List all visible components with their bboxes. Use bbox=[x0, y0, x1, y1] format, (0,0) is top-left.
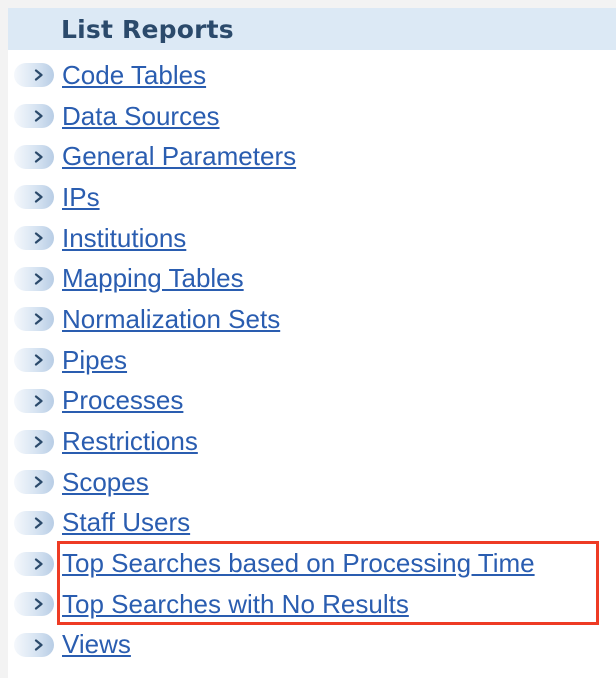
processes-link[interactable]: Processes bbox=[62, 385, 183, 416]
list-item-views: Views bbox=[8, 625, 535, 666]
chevron-right-icon bbox=[14, 510, 54, 535]
chevron-right-icon bbox=[14, 632, 54, 657]
list-item-institutions: Institutions bbox=[8, 218, 535, 259]
list-reports-header: List Reports bbox=[8, 8, 616, 50]
normalization-sets-link[interactable]: Normalization Sets bbox=[62, 304, 280, 335]
list-item-general-parameters: General Parameters bbox=[8, 136, 535, 177]
chevron-right-icon bbox=[14, 470, 54, 495]
chevron-right-icon bbox=[14, 348, 54, 373]
list-item-top-searches-no-results: Top Searches with No Results bbox=[8, 584, 535, 625]
list-item-scopes: Scopes bbox=[8, 462, 535, 503]
page-title: List Reports bbox=[61, 15, 234, 44]
chevron-right-icon bbox=[14, 185, 54, 210]
list-reports-panel: List Reports Code Tables Data Sources Ge… bbox=[8, 8, 616, 678]
staff-users-link[interactable]: Staff Users bbox=[62, 507, 190, 538]
scopes-link[interactable]: Scopes bbox=[62, 467, 149, 498]
data-sources-link[interactable]: Data Sources bbox=[62, 101, 220, 132]
list-item-top-searches-processing-time: Top Searches based on Processing Time bbox=[8, 543, 535, 584]
top-searches-no-results-link[interactable]: Top Searches with No Results bbox=[62, 589, 409, 620]
chevron-right-icon bbox=[14, 388, 54, 413]
chevron-right-icon bbox=[14, 266, 54, 291]
code-tables-link[interactable]: Code Tables bbox=[62, 60, 206, 91]
chevron-right-icon bbox=[14, 104, 54, 129]
restrictions-link[interactable]: Restrictions bbox=[62, 426, 198, 457]
list-item-pipes: Pipes bbox=[8, 340, 535, 381]
list-item-ips: IPs bbox=[8, 177, 535, 218]
list-item-restrictions: Restrictions bbox=[8, 421, 535, 462]
chevron-right-icon bbox=[14, 307, 54, 332]
list-item-normalization-sets: Normalization Sets bbox=[8, 299, 535, 340]
list-item-data-sources: Data Sources bbox=[8, 96, 535, 137]
general-parameters-link[interactable]: General Parameters bbox=[62, 141, 296, 172]
institutions-link[interactable]: Institutions bbox=[62, 223, 186, 254]
chevron-right-icon bbox=[14, 592, 54, 617]
list-item-staff-users: Staff Users bbox=[8, 503, 535, 544]
views-link[interactable]: Views bbox=[62, 629, 131, 660]
mapping-tables-link[interactable]: Mapping Tables bbox=[62, 263, 244, 294]
list-item-mapping-tables: Mapping Tables bbox=[8, 258, 535, 299]
chevron-right-icon bbox=[14, 63, 54, 88]
top-searches-processing-time-link[interactable]: Top Searches based on Processing Time bbox=[62, 548, 535, 579]
chevron-right-icon bbox=[14, 144, 54, 169]
report-list: Code Tables Data Sources General Paramet… bbox=[8, 55, 535, 665]
ips-link[interactable]: IPs bbox=[62, 182, 100, 213]
chevron-right-icon bbox=[14, 551, 54, 576]
list-item-code-tables: Code Tables bbox=[8, 55, 535, 96]
chevron-right-icon bbox=[14, 429, 54, 454]
chevron-right-icon bbox=[14, 226, 54, 251]
pipes-link[interactable]: Pipes bbox=[62, 345, 127, 376]
list-item-processes: Processes bbox=[8, 381, 535, 422]
